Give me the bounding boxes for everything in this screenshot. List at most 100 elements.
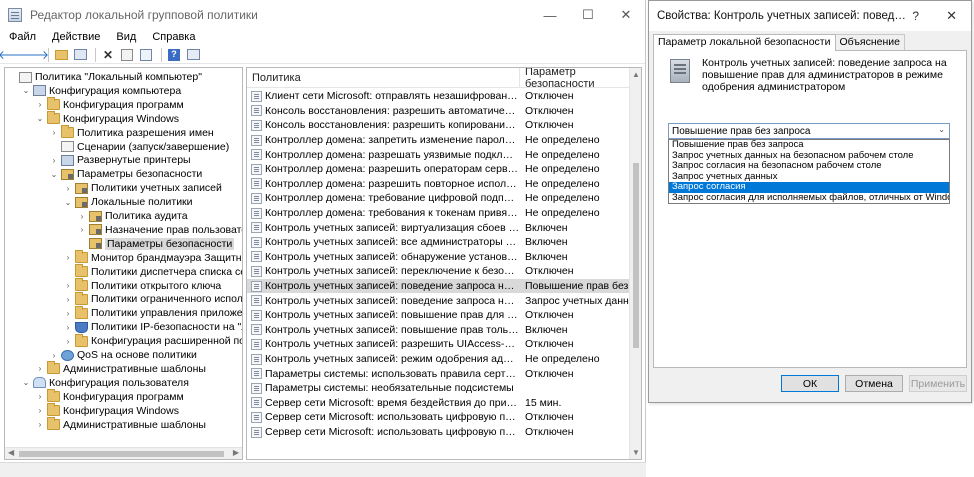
table-row[interactable]: Контроллер домена: требование цифровой п… <box>247 191 630 206</box>
dropdown-option[interactable]: Запрос согласия для исполняемых файлов, … <box>669 193 949 204</box>
close-button[interactable]: ✕ <box>607 0 645 30</box>
tree-item[interactable]: › Административные шаблоны <box>35 417 206 432</box>
dropdown-option[interactable]: Запрос учетных данных на безопасном рабо… <box>669 151 949 162</box>
table-row[interactable]: Контроль учетных записей: все администра… <box>247 235 630 250</box>
table-row[interactable]: Сервер сети Microsoft: использовать цифр… <box>247 410 630 425</box>
tree-item[interactable]: Политики диспетчера списка сетей <box>63 264 242 279</box>
table-row[interactable]: Контроль учетных записей: повышение прав… <box>247 323 630 338</box>
table-row[interactable]: Параметры системы: использовать правила … <box>247 366 630 381</box>
tree-item[interactable]: › Развернутые принтеры <box>49 153 191 167</box>
tree-item[interactable]: › Конфигурация расширенной политики <box>63 333 242 348</box>
tree-item[interactable]: › Конфигурация Windows <box>35 403 179 418</box>
tree-item[interactable]: › Политика аудита <box>77 209 188 223</box>
tab-local-security-setting[interactable]: Параметр локальной безопасности <box>653 34 836 51</box>
chevron-right-icon[interactable]: › <box>63 253 73 262</box>
chevron-right-icon[interactable]: › <box>63 184 73 193</box>
chevron-right-icon[interactable]: › <box>35 100 45 109</box>
menu-file[interactable]: Файл <box>9 31 36 43</box>
tree-item[interactable]: ⌄ Локальные политики <box>63 195 193 209</box>
table-row[interactable]: Контроль учетных записей: повышение прав… <box>247 308 630 323</box>
tree-item[interactable]: › Монитор брандмауэра Защитника Wi <box>63 250 242 265</box>
tree-item[interactable]: › QoS на основе политики <box>49 348 197 362</box>
tree-item[interactable]: › Политики открытого ключа <box>63 278 221 293</box>
tree-item[interactable]: › Политики управления приложениями <box>63 305 242 320</box>
chevron-right-icon[interactable]: › <box>63 281 73 290</box>
dropdown-option[interactable]: Запрос учетных данных <box>669 172 949 183</box>
show-tree-icon[interactable] <box>72 47 88 63</box>
column-header-policy[interactable]: Политика <box>247 68 520 88</box>
scroll-right-icon[interactable]: ▶ <box>233 448 239 457</box>
maximize-button[interactable]: ☐ <box>569 0 607 30</box>
tree-item[interactable]: › Назначение прав пользователя <box>77 223 242 237</box>
table-row[interactable]: Контроль учетных записей: переключение к… <box>247 264 630 279</box>
help-icon[interactable]: ? <box>166 47 182 63</box>
chevron-right-icon[interactable]: › <box>35 364 45 373</box>
chevron-right-icon[interactable]: › <box>63 323 73 332</box>
ok-button[interactable]: ОК <box>781 375 839 392</box>
apply-button[interactable]: Применить <box>909 375 967 392</box>
tree-horizontal-scrollbar[interactable]: ◀ ▶ <box>5 447 242 459</box>
tree-item[interactable]: › Административные шаблоны <box>35 361 206 376</box>
tree-item[interactable]: Параметры безопасности <box>77 237 235 251</box>
table-row[interactable]: Контроллер домена: запретить изменение п… <box>247 133 630 148</box>
chevron-right-icon[interactable]: › <box>63 295 73 304</box>
up-folder-icon[interactable] <box>53 47 69 63</box>
help-button[interactable]: ? <box>912 9 919 23</box>
column-header-setting[interactable]: Параметр безопасности <box>520 68 630 90</box>
chevron-right-icon[interactable]: › <box>77 225 87 234</box>
menu-action[interactable]: Действие <box>52 31 100 43</box>
scroll-left-icon[interactable]: ◀ <box>8 448 14 457</box>
export-list-icon[interactable] <box>138 47 154 63</box>
table-row[interactable]: Контроллер домена: разрешить повторное и… <box>247 177 630 192</box>
forward-arrow-icon[interactable]: 🡒 <box>17 47 49 63</box>
tree-item[interactable]: › Политики IP-безопасности на "Локаль <box>63 320 242 334</box>
chevron-down-icon[interactable]: ⌄ <box>21 86 31 95</box>
minimize-button[interactable]: — <box>531 0 569 30</box>
chevron-right-icon[interactable]: › <box>63 309 73 318</box>
table-row[interactable]: Контроллер домена: разрешить операторам … <box>247 162 630 177</box>
dropdown-option[interactable]: Запрос согласия на безопасном рабочем ст… <box>669 161 949 172</box>
dropdown-option[interactable]: Повышение прав без запроса <box>669 140 949 151</box>
chevron-right-icon[interactable]: › <box>63 337 73 346</box>
tree-item[interactable]: › Конфигурация программ <box>35 97 184 112</box>
table-row[interactable]: Контроль учетных записей: обнаружение ус… <box>247 250 630 265</box>
tree-item[interactable]: Сценарии (запуск/завершение) <box>49 140 229 154</box>
chevron-down-icon[interactable]: ⌄ <box>938 125 945 134</box>
table-row[interactable]: Контроллер домена: разрешать уязвимые по… <box>247 147 630 162</box>
dialog-close-button[interactable]: ✕ <box>946 8 957 24</box>
tree-item[interactable]: › Политики ограниченного использова <box>63 291 242 306</box>
table-row[interactable]: Сервер сети Microsoft: время бездействия… <box>247 396 630 411</box>
chevron-down-icon[interactable]: ⌄ <box>35 114 45 123</box>
tree-item[interactable]: ⌄ Конфигурация компьютера <box>21 84 182 98</box>
table-row[interactable]: Контроль учетных записей: поведение запр… <box>247 293 630 308</box>
chevron-right-icon[interactable]: › <box>35 406 45 415</box>
chevron-right-icon[interactable]: › <box>49 156 59 165</box>
table-row[interactable]: Контроль учетных записей: виртуализация … <box>247 220 630 235</box>
scroll-thumb[interactable] <box>633 163 639 348</box>
chevron-right-icon[interactable]: › <box>77 212 87 221</box>
chevron-right-icon[interactable]: › <box>49 351 59 360</box>
tree-item[interactable]: ⌄ Параметры безопасности <box>49 167 203 181</box>
table-row[interactable]: Консоль восстановления: разрешить копиро… <box>247 118 630 133</box>
table-row[interactable]: Контроль учетных записей: поведение запр… <box>247 278 630 294</box>
tab-explain[interactable]: Объяснение <box>834 34 905 50</box>
menu-help[interactable]: Справка <box>152 31 195 43</box>
table-row[interactable]: Параметры системы: необязательные подсис… <box>247 381 630 396</box>
tree-item[interactable]: › Политики учетных записей <box>63 181 222 195</box>
table-row[interactable]: Контроль учетных записей: режим одобрени… <box>247 352 630 367</box>
menu-view[interactable]: Вид <box>116 31 136 43</box>
tree-item[interactable]: ⌄ Конфигурация пользователя <box>21 376 189 390</box>
delete-icon[interactable]: ✕ <box>100 47 116 63</box>
scroll-down-icon[interactable]: ▼ <box>632 448 640 457</box>
tree-item[interactable]: Политика "Локальный компьютер" <box>7 70 202 84</box>
chevron-right-icon[interactable]: › <box>35 420 45 429</box>
chevron-right-icon[interactable]: › <box>35 392 45 401</box>
chevron-down-icon[interactable]: ⌄ <box>63 198 73 207</box>
cancel-button[interactable]: Отмена <box>845 375 903 392</box>
console-icon[interactable] <box>185 47 201 63</box>
chevron-down-icon[interactable]: ⌄ <box>49 170 59 179</box>
scroll-thumb[interactable] <box>19 451 224 457</box>
list-vertical-scrollbar[interactable]: ▲ ▼ <box>629 68 641 459</box>
table-row[interactable]: Сервер сети Microsoft: использовать цифр… <box>247 425 630 440</box>
tree-item[interactable]: ⌄ Конфигурация Windows <box>35 111 179 126</box>
